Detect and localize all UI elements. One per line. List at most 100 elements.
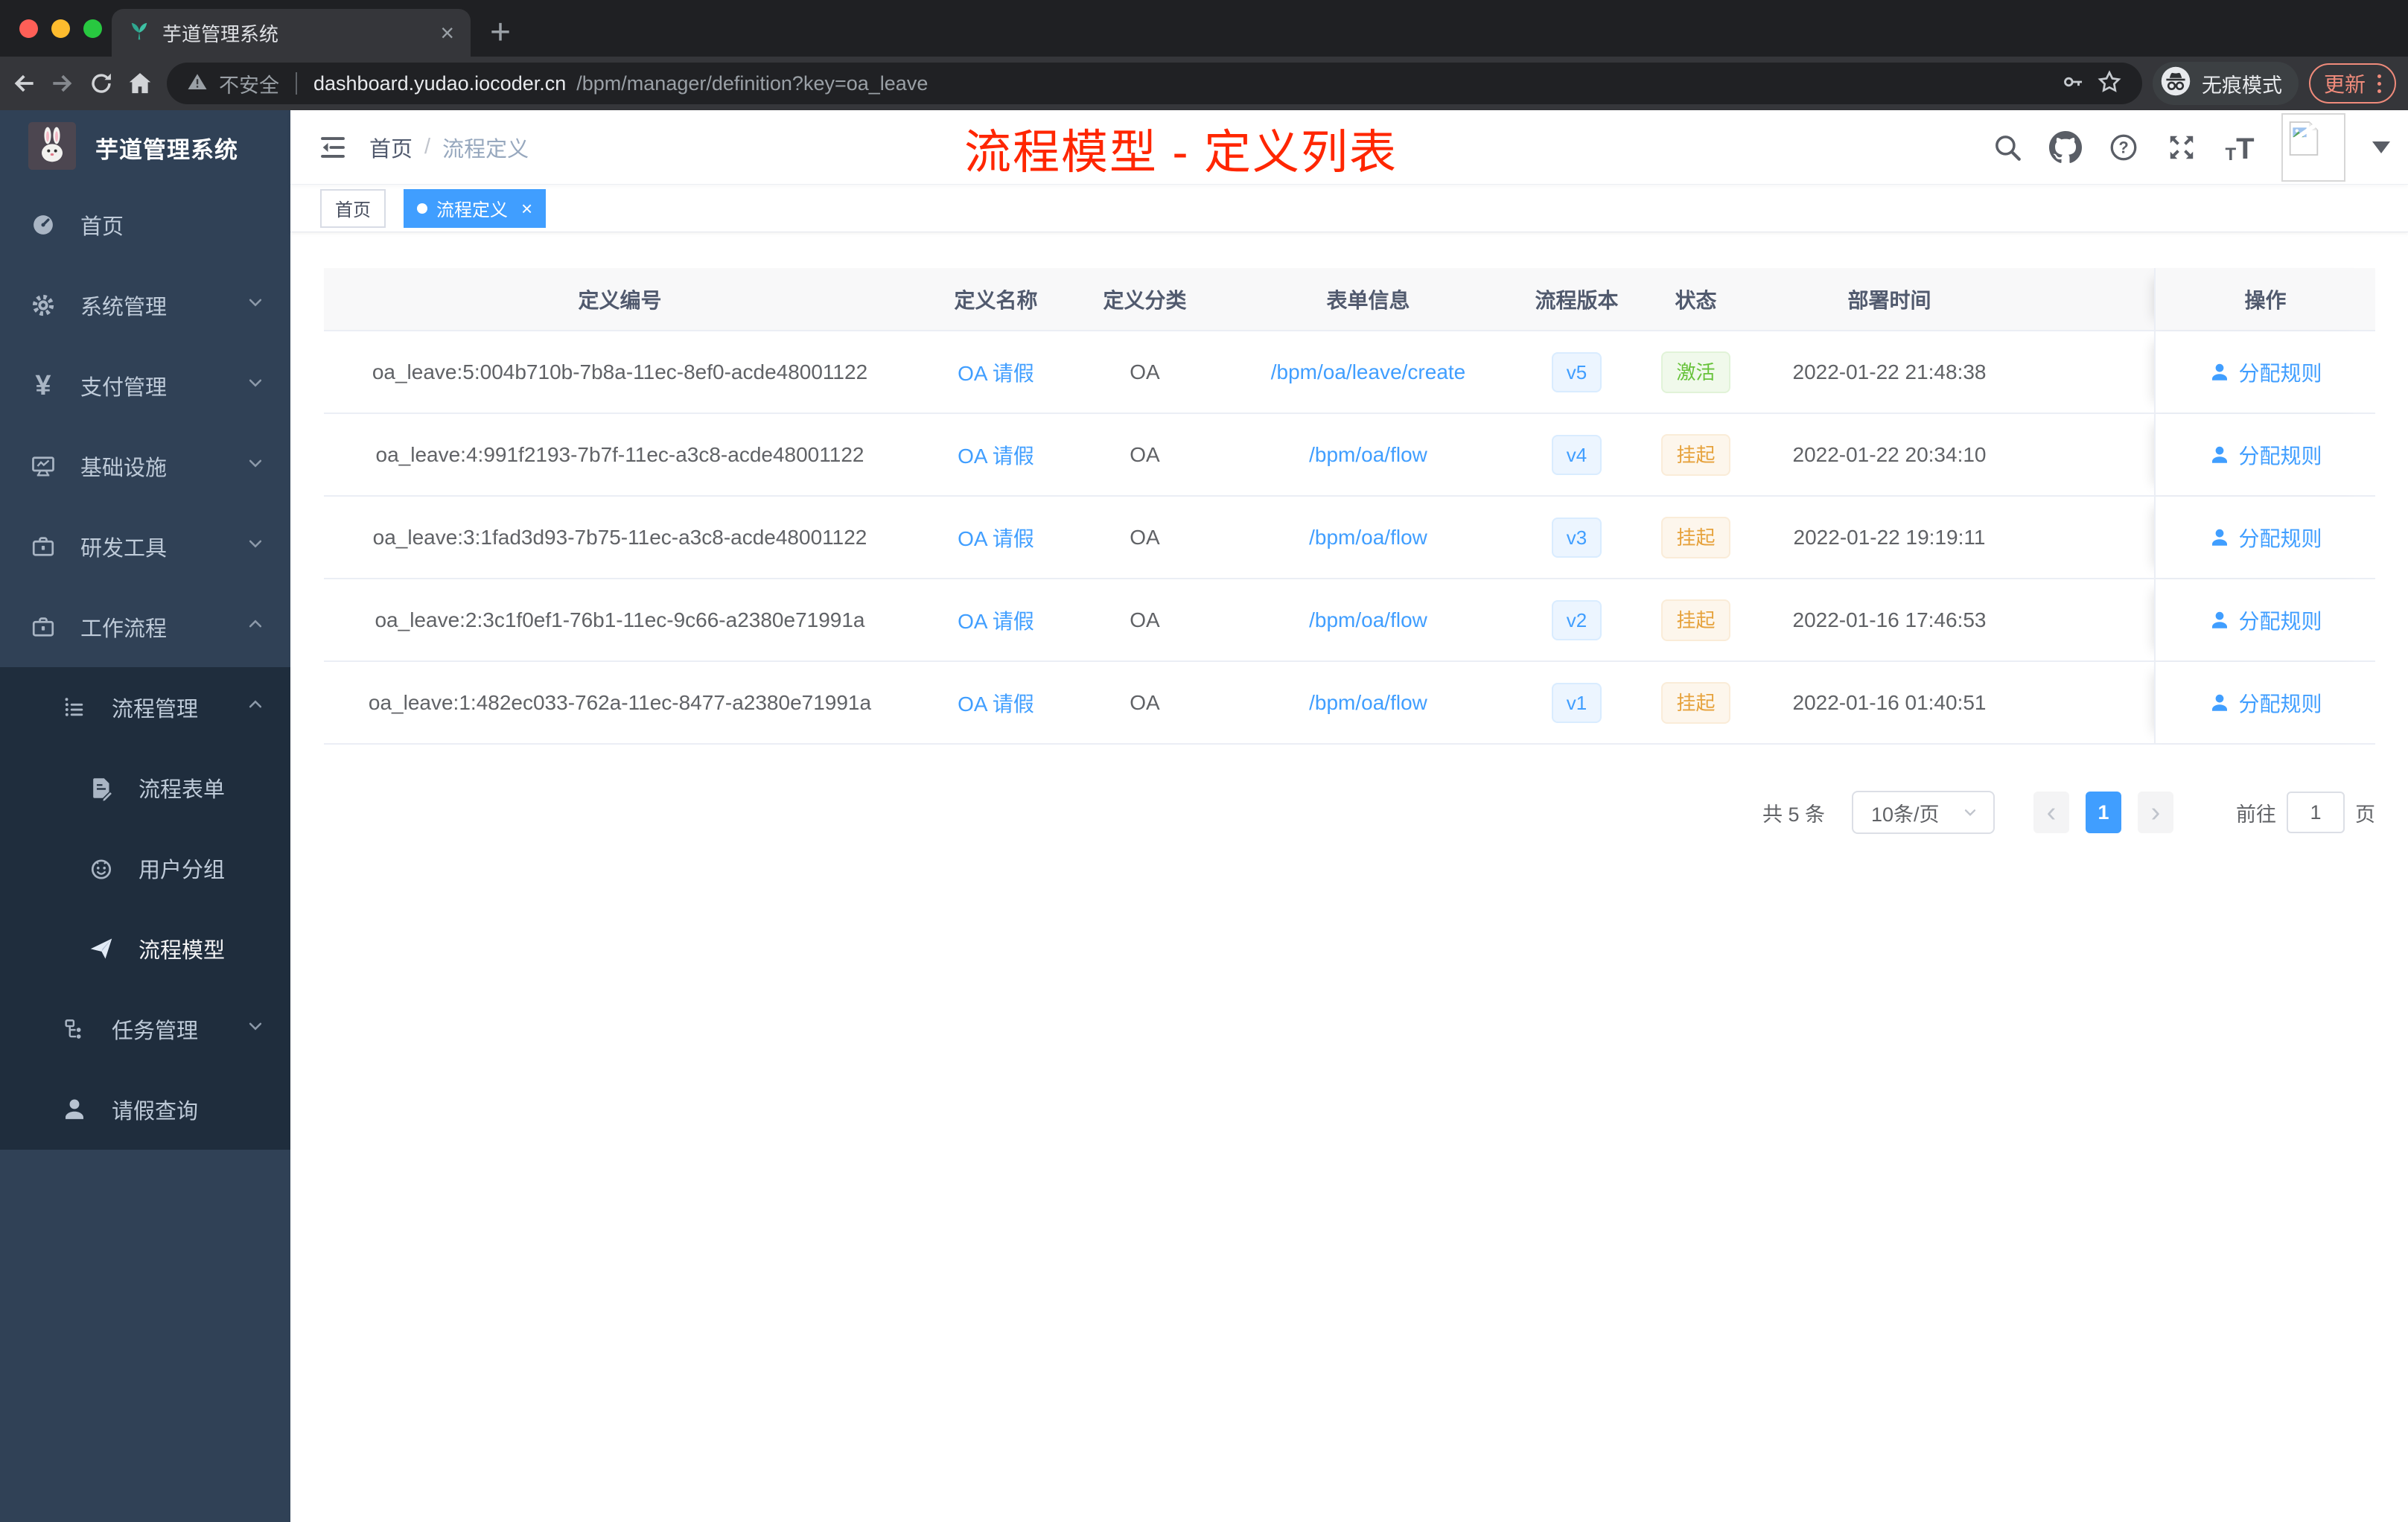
avatar-broken-image[interactable] <box>2281 112 2345 182</box>
sidebar-item-infrastructure[interactable]: 基础设施 <box>0 426 290 506</box>
address-bar[interactable]: 不安全 dashboard.yudao.iocoder.cn/bpm/manag… <box>167 63 2142 104</box>
definition-name-link[interactable]: OA 请假 <box>958 688 1034 718</box>
github-icon[interactable] <box>2049 130 2082 164</box>
definition-name-link[interactable]: OA 请假 <box>958 523 1034 553</box>
new-tab-button[interactable]: + <box>490 10 511 55</box>
form-info-link[interactable]: /bpm/oa/leave/create <box>1271 360 1466 384</box>
paper-plane-icon <box>86 935 116 962</box>
table-row: oa_leave:2:3c1f0ef1-76b1-11ec-9c66-a2380… <box>324 579 2375 662</box>
tag-home[interactable]: 首页 <box>320 188 386 228</box>
version-badge: v4 <box>1551 434 1602 475</box>
col-operations: 操作 <box>2154 268 2375 330</box>
definition-id: oa_leave:5:004b710b-7b8a-11ec-8ef0-acde4… <box>372 360 868 383</box>
tab-close-icon[interactable]: × <box>440 21 454 45</box>
logo-rabbit-avatar <box>28 121 76 173</box>
sidebar-menu: 首页 系统管理 ¥ 支付管理 基础设施 研发工具 工作流程 流程管理 流程表单 … <box>0 185 290 1150</box>
deploy-time: 2022-01-22 19:19:11 <box>1793 525 1986 549</box>
window-close-button[interactable] <box>19 19 38 38</box>
pagination-total: 共 5 条 <box>1762 803 1825 826</box>
tags-view-bar: 首页 流程定义 × <box>290 185 2408 232</box>
form-info-link[interactable]: /bpm/oa/flow <box>1309 691 1427 715</box>
sidebar-item-process-form[interactable]: 流程表单 <box>0 748 290 828</box>
app-title: 芋道管理系统 <box>95 136 238 163</box>
sidebar-item-process-management[interactable]: 流程管理 <box>0 667 290 748</box>
font-size-icon[interactable]: TT <box>2223 131 2256 164</box>
window-minimize-button[interactable] <box>51 19 70 38</box>
sidebar-item-workflow[interactable]: 工作流程 <box>0 587 290 667</box>
assign-rule-button[interactable]: 分配规则 <box>2208 357 2322 387</box>
reload-icon[interactable] <box>85 67 118 100</box>
browser-tab[interactable]: 芋道管理系统 × <box>112 9 471 57</box>
definition-id: oa_leave:1:482ec033-762a-11ec-8477-a2380… <box>368 690 872 714</box>
back-icon[interactable] <box>7 67 40 100</box>
page-number-1[interactable]: 1 <box>2086 792 2121 833</box>
deploy-time: 2022-01-22 20:34:10 <box>1792 442 1987 466</box>
main-area: 首页 / 流程定义 流程模型 - 定义列表 ? TT 首页 流程定义 × 定义编… <box>290 110 2408 1522</box>
assign-rule-button[interactable]: 分配规则 <box>2208 688 2322 718</box>
status-badge[interactable]: 激活 <box>1661 351 1730 393</box>
sidebar-logo-row[interactable]: 芋道管理系统 <box>0 110 290 185</box>
breadcrumb-current: 流程定义 <box>442 137 529 162</box>
assign-rule-button[interactable]: 分配规则 <box>2208 440 2322 470</box>
definition-name-link[interactable]: OA 请假 <box>958 357 1034 387</box>
form-info-link[interactable]: /bpm/oa/flow <box>1309 608 1427 632</box>
definition-name-link[interactable]: OA 请假 <box>958 605 1034 635</box>
sidebar-item-user-group[interactable]: 用户分组 <box>0 828 290 908</box>
sidebar-item-leave-query[interactable]: 请假查询 <box>0 1069 290 1150</box>
col-definition-category: 定义分类 <box>1103 288 1187 312</box>
gear-icon <box>28 292 58 319</box>
breadcrumb: 首页 / 流程定义 <box>369 132 529 163</box>
not-secure-label: 不安全 <box>219 74 279 97</box>
browser-update-menu-button[interactable]: 更新 <box>2308 63 2396 104</box>
sidebar-item-process-model[interactable]: 流程模型 <box>0 908 290 989</box>
incognito-icon <box>2160 66 2191 102</box>
table-row: oa_leave:4:991f2193-7b7f-11ec-a3c8-acde4… <box>324 414 2375 497</box>
next-page-button[interactable]: › <box>2138 792 2173 833</box>
forward-icon[interactable] <box>46 67 79 100</box>
tag-process-definition[interactable]: 流程定义 × <box>404 188 547 228</box>
col-definition-name: 定义名称 <box>954 288 1038 312</box>
sidebar-item-task-management[interactable]: 任务管理 <box>0 989 290 1069</box>
fullscreen-icon[interactable] <box>2165 131 2198 164</box>
page-size-select[interactable]: 10条/页 <box>1852 791 1995 834</box>
assign-rule-button[interactable]: 分配规则 <box>2208 523 2322 553</box>
help-icon[interactable]: ? <box>2107 131 2140 164</box>
deploy-time: 2022-01-16 01:40:51 <box>1792 690 1987 714</box>
avatar-dropdown-caret-icon[interactable] <box>2372 141 2390 153</box>
kebab-menu-icon <box>2377 74 2381 93</box>
chevron-down-icon <box>244 1015 267 1043</box>
table-row: oa_leave:1:482ec033-762a-11ec-8477-a2380… <box>324 662 2375 745</box>
home-icon[interactable] <box>124 67 156 100</box>
table-row: oa_leave:3:1fad3d93-7b75-11ec-a3c8-acde4… <box>324 497 2375 579</box>
deploy-time: 2022-01-22 21:48:38 <box>1792 360 1987 383</box>
goto-page-input[interactable] <box>2287 792 2345 833</box>
breadcrumb-home[interactable]: 首页 <box>369 132 413 163</box>
sidebar-item-home[interactable]: 首页 <box>0 185 290 265</box>
sidebar-item-devtools[interactable]: 研发工具 <box>0 506 290 587</box>
search-icon[interactable] <box>1991 131 2024 164</box>
form-info-link[interactable]: /bpm/oa/flow <box>1309 526 1427 550</box>
status-badge[interactable]: 挂起 <box>1661 433 1730 476</box>
prev-page-button[interactable]: ‹ <box>2033 792 2069 833</box>
dashboard-icon <box>28 211 58 238</box>
assign-rule-button[interactable]: 分配规则 <box>2208 605 2322 635</box>
window-zoom-button[interactable] <box>83 19 102 38</box>
sidebar-fold-icon[interactable] <box>317 132 348 163</box>
sidebar-item-system[interactable]: 系统管理 <box>0 265 290 346</box>
table-row: oa_leave:5:004b710b-7b8a-11ec-8ef0-acde4… <box>324 331 2375 414</box>
definition-name-link[interactable]: OA 请假 <box>958 440 1034 470</box>
sidebar-item-payment[interactable]: ¥ 支付管理 <box>0 346 290 426</box>
definition-id: oa_leave:2:3c1f0ef1-76b1-11ec-9c66-a2380… <box>375 608 865 631</box>
status-badge[interactable]: 挂起 <box>1661 516 1730 558</box>
url-divider <box>296 72 297 95</box>
password-key-icon[interactable] <box>2060 69 2086 98</box>
definition-category: OA <box>1130 525 1160 549</box>
status-badge[interactable]: 挂起 <box>1661 681 1730 724</box>
tab-title: 芋道管理系统 <box>162 22 279 45</box>
page-unit-label: 页 <box>2355 803 2375 826</box>
bookmark-star-icon[interactable] <box>2096 69 2123 99</box>
form-info-link[interactable]: /bpm/oa/flow <box>1309 443 1427 467</box>
url-path: /bpm/manager/definition?key=oa_leave <box>576 71 929 95</box>
tag-close-icon[interactable]: × <box>521 199 532 218</box>
status-badge[interactable]: 挂起 <box>1661 599 1730 641</box>
